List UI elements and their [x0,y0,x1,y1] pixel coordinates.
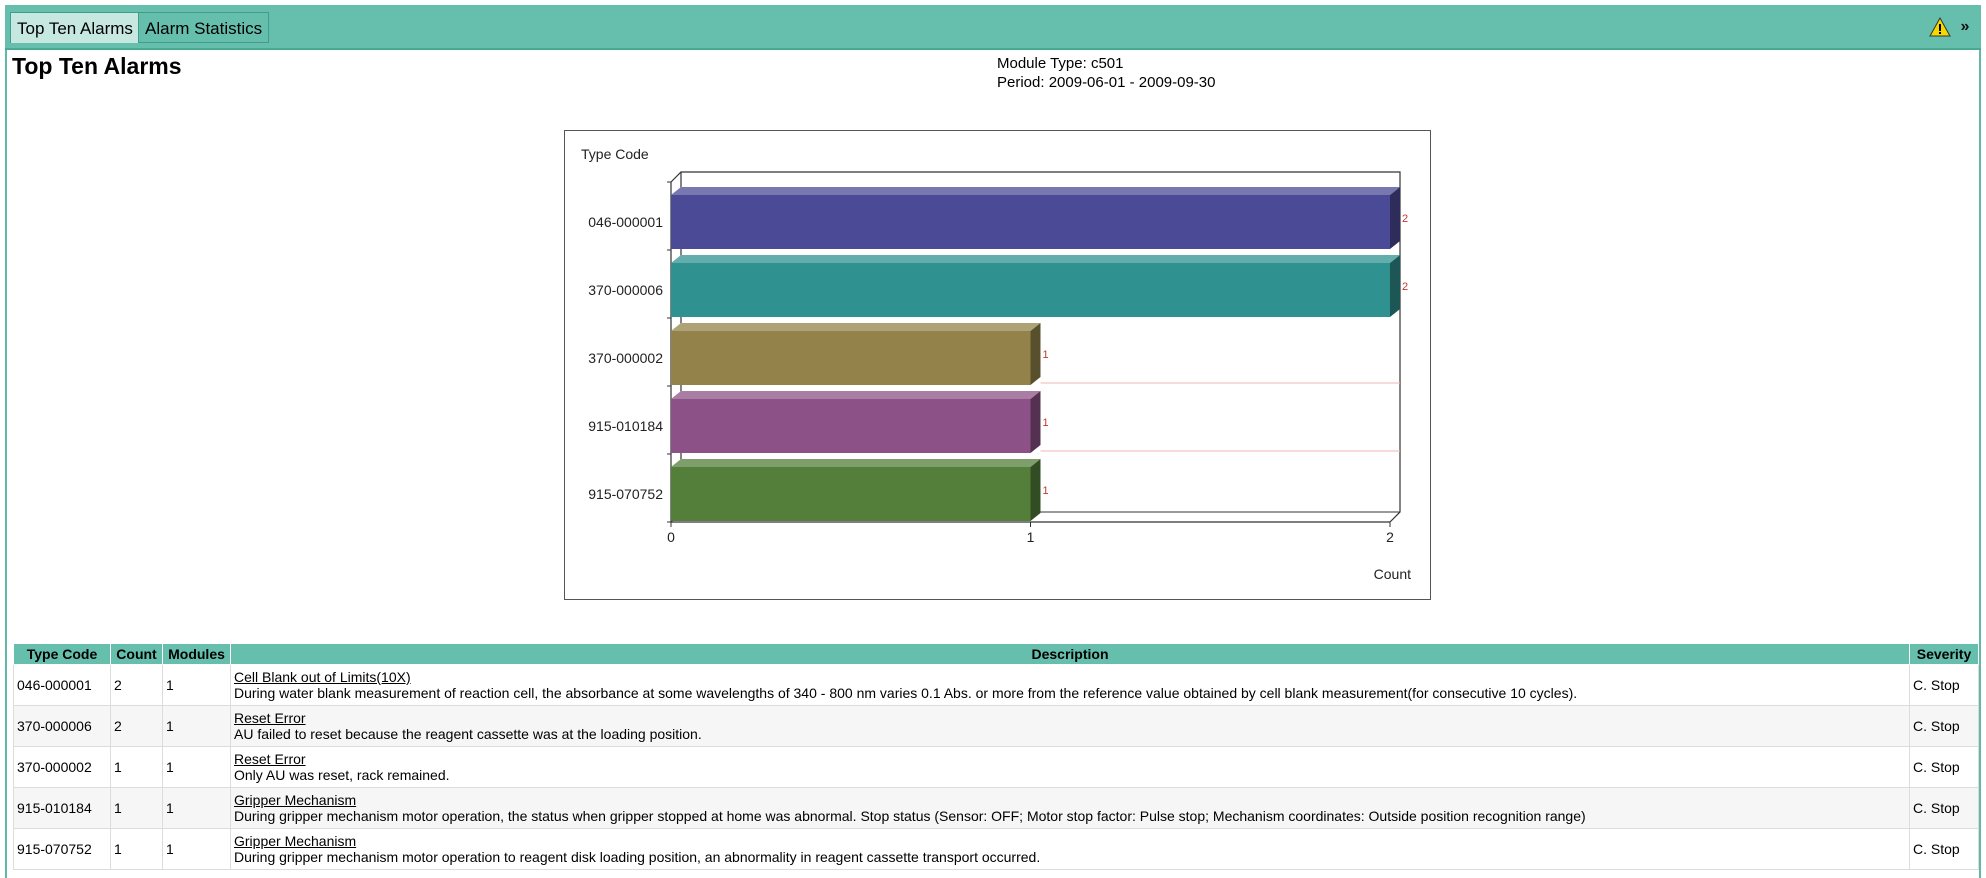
description-text: During gripper mechanism motor operation… [234,849,1041,865]
description-link[interactable]: Reset Error [234,751,1906,767]
bar [671,195,1390,249]
y-tick-label: 370-000002 [588,350,663,366]
table-row[interactable]: 046-000001 2 1 Cell Blank out of Limits(… [13,664,1979,706]
alarm-bar-chart: 2 046-000001 2 370-000006 1 370-000002 1 915-01… [581,146,1411,582]
cell-severity: C. Stop [1909,664,1979,706]
bar [671,331,1031,385]
cell-count: 1 [110,787,163,829]
description-link[interactable]: Reset Error [234,710,1906,726]
cell-severity: C. Stop [1909,746,1979,788]
cell-count: 2 [110,664,163,706]
bar [671,399,1031,453]
table-row[interactable]: 915-070752 1 1 Gripper Mechanism During … [13,828,1979,870]
cell-description: Gripper Mechanism During gripper mechani… [230,787,1910,829]
description-link[interactable]: Gripper Mechanism [234,792,1906,808]
description-link[interactable]: Gripper Mechanism [234,833,1906,849]
x-tick-label: 1 [1027,529,1035,545]
warning-icon[interactable] [1929,16,1951,38]
cell-description: Reset Error AU failed to reset because t… [230,705,1910,747]
description-text: AU failed to reset because the reagent c… [234,726,702,742]
col-header-description[interactable]: Description [230,643,1910,665]
bar-side-face [1390,255,1400,317]
y-axis-title: Type Code [581,146,649,162]
table-row[interactable]: 370-000006 2 1 Reset Error AU failed to … [13,705,1979,747]
y-tick-label: 915-010184 [588,418,663,434]
cell-count: 1 [110,828,163,870]
cell-modules: 1 [162,746,231,788]
bar-side-face [1030,459,1041,521]
cell-type-code: 915-070752 [13,828,111,870]
y-tick-label: 915-070752 [588,486,663,502]
period-label: Period: 2009-06-01 - 2009-09-30 [997,74,1216,91]
bar-data-label: 1 [1043,417,1049,429]
page-title: Top Ten Alarms [12,53,182,79]
alarm-table: Type Code Count Modules Description Seve… [13,643,1979,870]
cell-severity: C. Stop [1909,787,1979,829]
table-row[interactable]: 915-010184 1 1 Gripper Mechanism During … [13,787,1979,829]
description-link[interactable]: Cell Blank out of Limits(10X) [234,669,1906,685]
cell-modules: 1 [162,705,231,747]
bar-top-face [671,187,1400,195]
bar-side-face [1030,323,1041,385]
bar-data-label: 2 [1402,213,1408,225]
cell-description: Gripper Mechanism During gripper mechani… [230,828,1910,870]
col-header-type-code[interactable]: Type Code [13,643,111,665]
cell-severity: C. Stop [1909,828,1979,870]
cell-count: 1 [110,746,163,788]
bar [671,467,1031,521]
table-row[interactable]: 370-000002 1 1 Reset Error Only AU was r… [13,746,1979,788]
report-meta: Module Type: c501 Period: 2009-06-01 - 2… [997,54,1215,92]
cell-type-code: 046-000001 [13,664,111,706]
cell-type-code: 915-010184 [13,787,111,829]
cell-count: 2 [110,705,163,747]
description-text: During water blank measurement of reacti… [234,685,1578,701]
col-header-modules[interactable]: Modules [162,643,231,665]
cell-description: Cell Blank out of Limits(10X) During wat… [230,664,1910,706]
bar-top-face [671,391,1041,399]
y-tick-label: 046-000001 [588,214,663,230]
cell-description: Reset Error Only AU was reset, rack rema… [230,746,1910,788]
cell-type-code: 370-000002 [13,746,111,788]
module-type-label: Module Type: c501 [997,55,1124,72]
bar [671,263,1390,317]
bar-top-face [671,459,1041,467]
col-header-severity[interactable]: Severity [1909,643,1979,665]
y-tick-label: 370-000006 [588,282,663,298]
bar-side-face [1030,391,1041,453]
tab-alarm-statistics[interactable]: Alarm Statistics [138,12,270,43]
table-header-row: Type Code Count Modules Description Seve… [13,643,1979,665]
tab-top-ten-alarms[interactable]: Top Ten Alarms [10,12,140,43]
description-text: Only AU was reset, rack remained. [234,767,450,783]
cell-modules: 1 [162,828,231,870]
x-tick-label: 2 [1386,529,1394,545]
bar-side-face [1390,187,1400,249]
cell-modules: 1 [162,787,231,829]
bar-data-label: 1 [1043,349,1049,361]
bar-data-label: 1 [1043,485,1049,497]
x-axis-title: Count [1374,566,1411,582]
bar-top-face [671,255,1400,263]
cell-type-code: 370-000006 [13,705,111,747]
cell-severity: C. Stop [1909,705,1979,747]
x-tick-label: 0 [667,529,675,545]
col-header-count[interactable]: Count [110,643,163,665]
tab-bar: Top Ten Alarms Alarm Statistics » [5,5,1981,50]
cell-modules: 1 [162,664,231,706]
double-chevron-down-icon[interactable]: » [1955,17,1975,37]
description-text: During gripper mechanism motor operation… [234,808,1586,824]
bar-data-label: 2 [1402,281,1408,293]
bar-top-face [671,323,1041,331]
